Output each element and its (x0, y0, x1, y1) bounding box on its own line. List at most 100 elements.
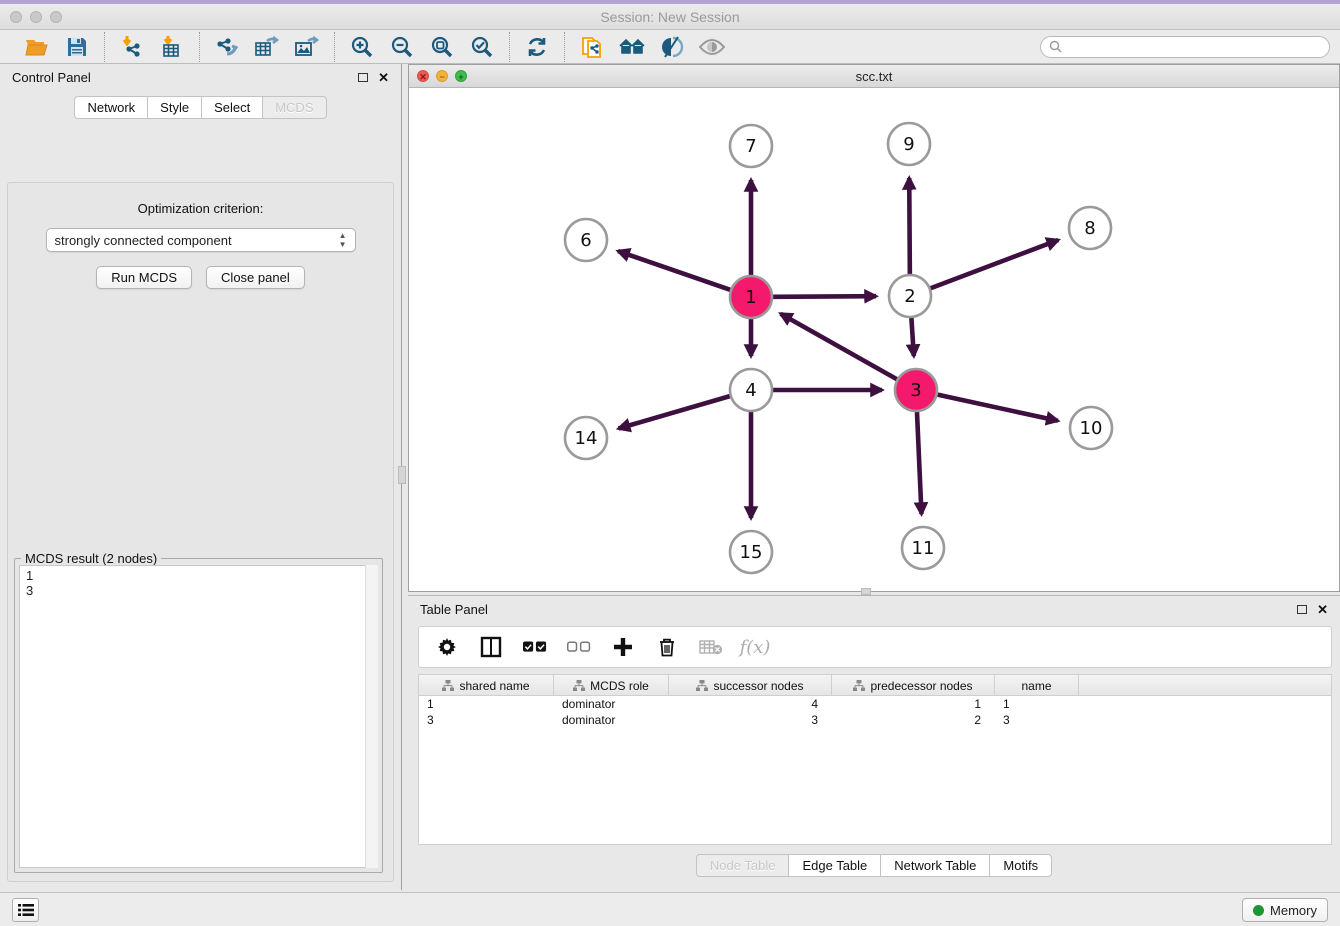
graph-node-14[interactable]: 14 (565, 417, 607, 459)
table-settings-gear-icon[interactable] (435, 635, 459, 659)
graph-edge-2-9[interactable] (909, 178, 910, 274)
cell-mcds-role[interactable]: dominator (554, 696, 669, 712)
cell-successor-nodes[interactable]: 3 (669, 712, 832, 728)
zoom-selected-icon[interactable] (469, 34, 495, 60)
graph-edge-2-8[interactable] (931, 240, 1059, 288)
graph-node-2[interactable]: 2 (889, 275, 931, 317)
cell-name[interactable]: 1 (995, 696, 1079, 712)
graph-edge-1-2[interactable] (773, 296, 876, 297)
refresh-view-icon[interactable] (524, 34, 550, 60)
app-titlebar: Session: New Session (0, 4, 1340, 30)
vertical-splitter-handle[interactable] (398, 466, 406, 484)
import-network-icon[interactable] (119, 34, 145, 60)
tab-node-table[interactable]: Node Table (696, 854, 789, 877)
cell-shared-name[interactable]: 3 (419, 712, 554, 728)
tab-motifs[interactable]: Motifs (989, 854, 1052, 877)
optimization-criterion-label: Optimization criterion: (8, 201, 393, 216)
close-panel-icon[interactable]: ✕ (378, 71, 389, 84)
network-minimize-icon[interactable]: − (436, 70, 448, 82)
deselect-all-icon[interactable] (567, 635, 591, 659)
graph-edge-4-14[interactable] (619, 396, 730, 428)
show-columns-icon[interactable] (479, 635, 503, 659)
export-table-icon[interactable] (254, 34, 280, 60)
tab-mcds[interactable]: MCDS (262, 96, 326, 119)
cell-mcds-role[interactable]: dominator (554, 712, 669, 728)
float-panel-icon[interactable] (358, 73, 368, 82)
zoom-in-icon[interactable] (349, 34, 375, 60)
delete-table-icon (699, 635, 723, 659)
cell-successor-nodes[interactable]: 4 (669, 696, 832, 712)
cell-shared-name[interactable]: 1 (419, 696, 554, 712)
criterion-select[interactable]: strongly connected component ▲▼ (46, 228, 356, 252)
cell-predecessor-nodes[interactable]: 1 (832, 696, 995, 712)
search-input[interactable] (1066, 40, 1321, 54)
network-close-icon[interactable]: ✕ (417, 70, 429, 82)
horizontal-splitter-handle[interactable] (861, 588, 871, 595)
graph-node-15[interactable]: 15 (730, 531, 772, 573)
close-panel-button[interactable]: Close panel (206, 266, 305, 289)
table-row[interactable]: 3 dominator 3 2 3 (419, 712, 1331, 728)
task-history-button[interactable] (12, 898, 39, 922)
control-panel-title: Control Panel (12, 70, 91, 85)
cell-predecessor-nodes[interactable]: 2 (832, 712, 995, 728)
result-scrollbar[interactable] (365, 565, 378, 868)
import-table-icon[interactable] (159, 34, 185, 60)
graph-node-10[interactable]: 10 (1070, 407, 1112, 449)
column-header-mcds-role[interactable]: MCDS role (554, 675, 669, 696)
network-window-titlebar[interactable]: ✕ − + scc.txt (409, 65, 1339, 88)
graph-node-8[interactable]: 8 (1069, 207, 1111, 249)
graph-edge-3-11[interactable] (917, 412, 922, 514)
select-all-icon[interactable] (523, 635, 547, 659)
graph-node-1[interactable]: 1 (730, 276, 772, 318)
first-neighbors-icon[interactable] (619, 34, 645, 60)
column-label: predecessor nodes (870, 679, 972, 693)
column-header-successor-nodes[interactable]: successor nodes (669, 675, 832, 696)
graph-node-9[interactable]: 9 (888, 123, 930, 165)
open-file-icon[interactable] (24, 34, 50, 60)
close-table-panel-icon[interactable]: ✕ (1317, 603, 1328, 616)
mcds-result-text[interactable]: 1 3 (19, 565, 378, 868)
table-row[interactable]: 1 dominator 4 1 1 (419, 696, 1331, 712)
graph-node-6[interactable]: 6 (565, 219, 607, 261)
node-table: shared name MCDS role successor nodes pr… (418, 674, 1332, 845)
graph-node-4[interactable]: 4 (730, 369, 772, 411)
zoom-out-icon[interactable] (389, 34, 415, 60)
column-type-icon (442, 680, 454, 691)
table-panel: Table Panel ✕ f(x) (408, 595, 1340, 890)
column-header-shared-name[interactable]: shared name (419, 675, 554, 696)
tab-network-table[interactable]: Network Table (880, 854, 989, 877)
tab-edge-table[interactable]: Edge Table (788, 854, 880, 877)
show-hide-icon[interactable] (699, 34, 725, 60)
delete-column-icon[interactable] (655, 635, 679, 659)
cell-name[interactable]: 3 (995, 712, 1079, 728)
tab-style[interactable]: Style (147, 96, 201, 119)
column-header-predecessor-nodes[interactable]: predecessor nodes (832, 675, 995, 696)
network-canvas[interactable]: 1 2 3 4 6 7 8 9 10 11 14 15 (409, 88, 1339, 591)
network-view-window: ✕ − + scc.txt 1 2 3 4 6 7 8 9 10 11 14 15 (408, 64, 1340, 592)
zoom-fit-icon[interactable] (429, 34, 455, 60)
network-window-title: scc.txt (856, 69, 893, 84)
search-field[interactable] (1040, 36, 1330, 58)
tab-select[interactable]: Select (201, 96, 262, 119)
graph-node-7[interactable]: 7 (730, 125, 772, 167)
graph-edge-3-1[interactable] (781, 314, 897, 380)
run-mcds-button[interactable]: Run MCDS (96, 266, 192, 289)
add-column-icon[interactable] (611, 635, 635, 659)
main-toolbar (0, 30, 1340, 64)
tab-network[interactable]: Network (74, 96, 147, 119)
graph-edge-2-3[interactable] (911, 318, 913, 356)
memory-button[interactable]: Memory (1242, 898, 1328, 922)
export-network-icon[interactable] (214, 34, 240, 60)
graph-node-11[interactable]: 11 (902, 527, 944, 569)
clone-network-icon[interactable] (579, 34, 605, 60)
column-header-name[interactable]: name (995, 675, 1079, 696)
save-session-icon[interactable] (64, 34, 90, 60)
graph-node-3[interactable]: 3 (895, 369, 937, 411)
graph-edge-3-10[interactable] (937, 395, 1057, 421)
export-image-icon[interactable] (294, 34, 320, 60)
mcds-result-group: MCDS result (2 nodes) 1 3 (14, 558, 383, 873)
style-toggle-icon[interactable] (659, 34, 685, 60)
float-table-panel-icon[interactable] (1297, 605, 1307, 614)
graph-edge-1-6[interactable] (618, 251, 730, 290)
network-maximize-icon[interactable]: + (455, 70, 467, 82)
